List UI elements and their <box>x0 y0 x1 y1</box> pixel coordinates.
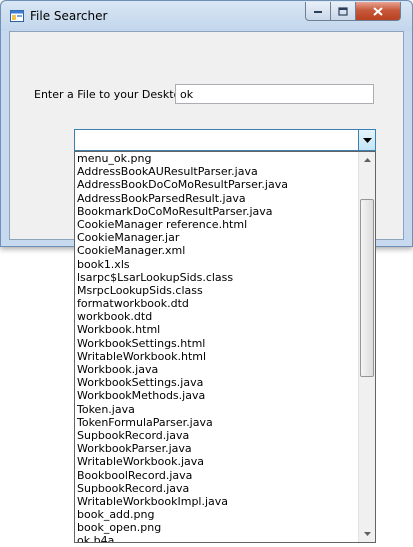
list-item[interactable]: CookieManager.xml <box>75 244 357 257</box>
list-item[interactable]: menu_ok.png <box>75 152 357 165</box>
list-item[interactable]: WritableWorkbookImpl.java <box>75 495 357 508</box>
list-item[interactable]: WritableWorkbook.java <box>75 455 357 468</box>
list-item[interactable]: AddressBookParsedResult.java <box>75 192 357 205</box>
minimize-icon <box>314 11 322 13</box>
list-item[interactable]: SupbookRecord.java <box>75 429 357 442</box>
list-item[interactable]: CookieManager.jar <box>75 231 357 244</box>
list-item[interactable]: WorkbookMethods.java <box>75 389 357 402</box>
scroll-down-arrow-icon <box>363 532 371 536</box>
list-item[interactable]: TokenFormulaParser.java <box>75 416 357 429</box>
list-item[interactable]: AddressBookAUResultParser.java <box>75 165 357 178</box>
results-combobox[interactable] <box>74 129 376 151</box>
scroll-down-button[interactable] <box>359 526 375 542</box>
list-item[interactable]: formatworkbook.dtd <box>75 297 357 310</box>
app-window-icon <box>10 10 24 22</box>
close-button[interactable] <box>356 2 401 21</box>
minimize-button[interactable] <box>305 2 331 21</box>
list-item[interactable]: Workbook.html <box>75 323 357 336</box>
list-item[interactable]: CookieManager reference.html <box>75 218 357 231</box>
scroll-up-button[interactable] <box>359 152 375 168</box>
list-item[interactable]: BookboolRecord.java <box>75 469 357 482</box>
file-input-label: Enter a File to your Desktop: <box>34 88 192 101</box>
close-icon <box>373 6 383 16</box>
list-item[interactable]: AddressBookDoCoMoResultParser.java <box>75 178 357 191</box>
list-item[interactable]: MsrpcLookupSids.class <box>75 284 357 297</box>
combo-dropdown-button[interactable] <box>358 130 375 150</box>
list-item[interactable]: SupbookRecord.java <box>75 482 357 495</box>
maximize-button[interactable] <box>331 2 356 21</box>
vertical-scrollbar[interactable] <box>358 152 375 542</box>
list-item[interactable]: WorkbookSettings.java <box>75 376 357 389</box>
list-item[interactable]: Token.java <box>75 403 357 416</box>
scroll-up-arrow-icon <box>363 158 371 162</box>
list-item[interactable]: workbook.dtd <box>75 310 357 323</box>
list-item[interactable]: WorkbookSettings.html <box>75 337 357 350</box>
scrollbar-thumb[interactable] <box>360 199 374 377</box>
list-item[interactable]: book_open.png <box>75 521 357 534</box>
list-item[interactable]: lsarpc$LsarLookupSids.class <box>75 271 357 284</box>
list-item[interactable]: BookmarkDoCoMoResultParser.java <box>75 205 357 218</box>
chevron-down-icon <box>362 137 372 143</box>
list-item[interactable]: WorkbookParser.java <box>75 442 357 455</box>
file-name-input[interactable] <box>175 84 374 104</box>
list-item[interactable]: Workbook.java <box>75 363 357 376</box>
results-dropdown-list[interactable]: menu_ok.png AddressBookAUResultParser.jav… <box>74 151 376 543</box>
list-item[interactable]: book_add.png <box>75 508 357 521</box>
list-item[interactable]: book1.xls <box>75 258 357 271</box>
list-item[interactable]: WritableWorkbook.html <box>75 350 357 363</box>
list-item[interactable]: ok.b4a <box>75 534 357 542</box>
title-bar[interactable]: File Searcher <box>1 1 412 31</box>
window-title: File Searcher <box>30 9 108 23</box>
maximize-icon <box>338 6 348 16</box>
results-list: menu_ok.png AddressBookAUResultParser.jav… <box>75 152 357 542</box>
